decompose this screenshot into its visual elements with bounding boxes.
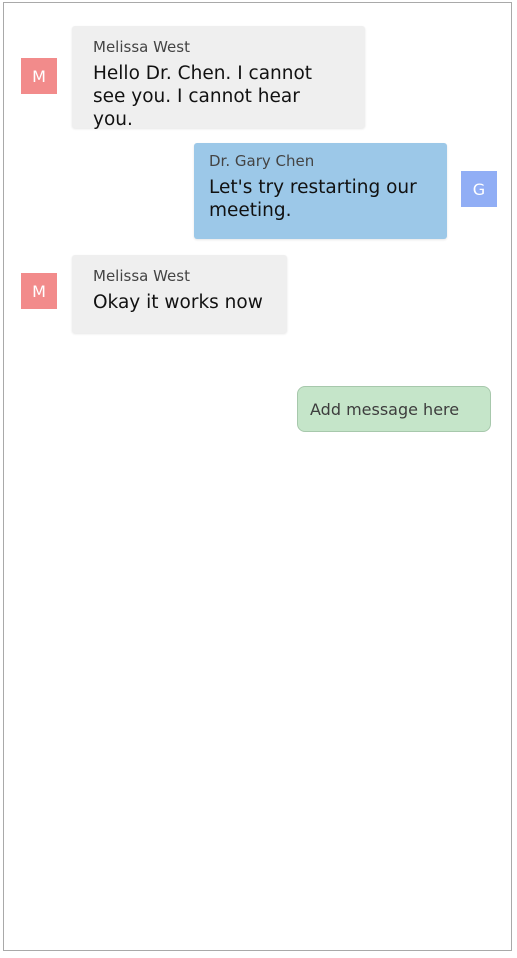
sender-name: Melissa West (93, 267, 190, 285)
avatar: M (21, 58, 57, 94)
message-text: Okay it works now (93, 292, 263, 313)
sender-name: Melissa West (93, 38, 190, 56)
avatar-initial: M (32, 281, 46, 301)
avatar-initial: M (32, 66, 46, 86)
message-bubble: Melissa West Hello Dr. Chen. I cannot se… (72, 26, 365, 130)
message-text: Hello Dr. Chen. I cannot see you. I cann… (93, 63, 313, 130)
message-bubble: Dr. Gary Chen Let's try restarting our m… (194, 143, 447, 239)
message-text: Let's try restarting our meeting. (209, 177, 417, 221)
sender-name: Dr. Gary Chen (209, 152, 315, 170)
message-input[interactable] (297, 386, 491, 432)
avatar: G (461, 171, 497, 207)
message-bubble: Melissa West Okay it works now (72, 255, 287, 333)
avatar-initial: G (472, 179, 486, 199)
avatar: M (21, 273, 57, 309)
